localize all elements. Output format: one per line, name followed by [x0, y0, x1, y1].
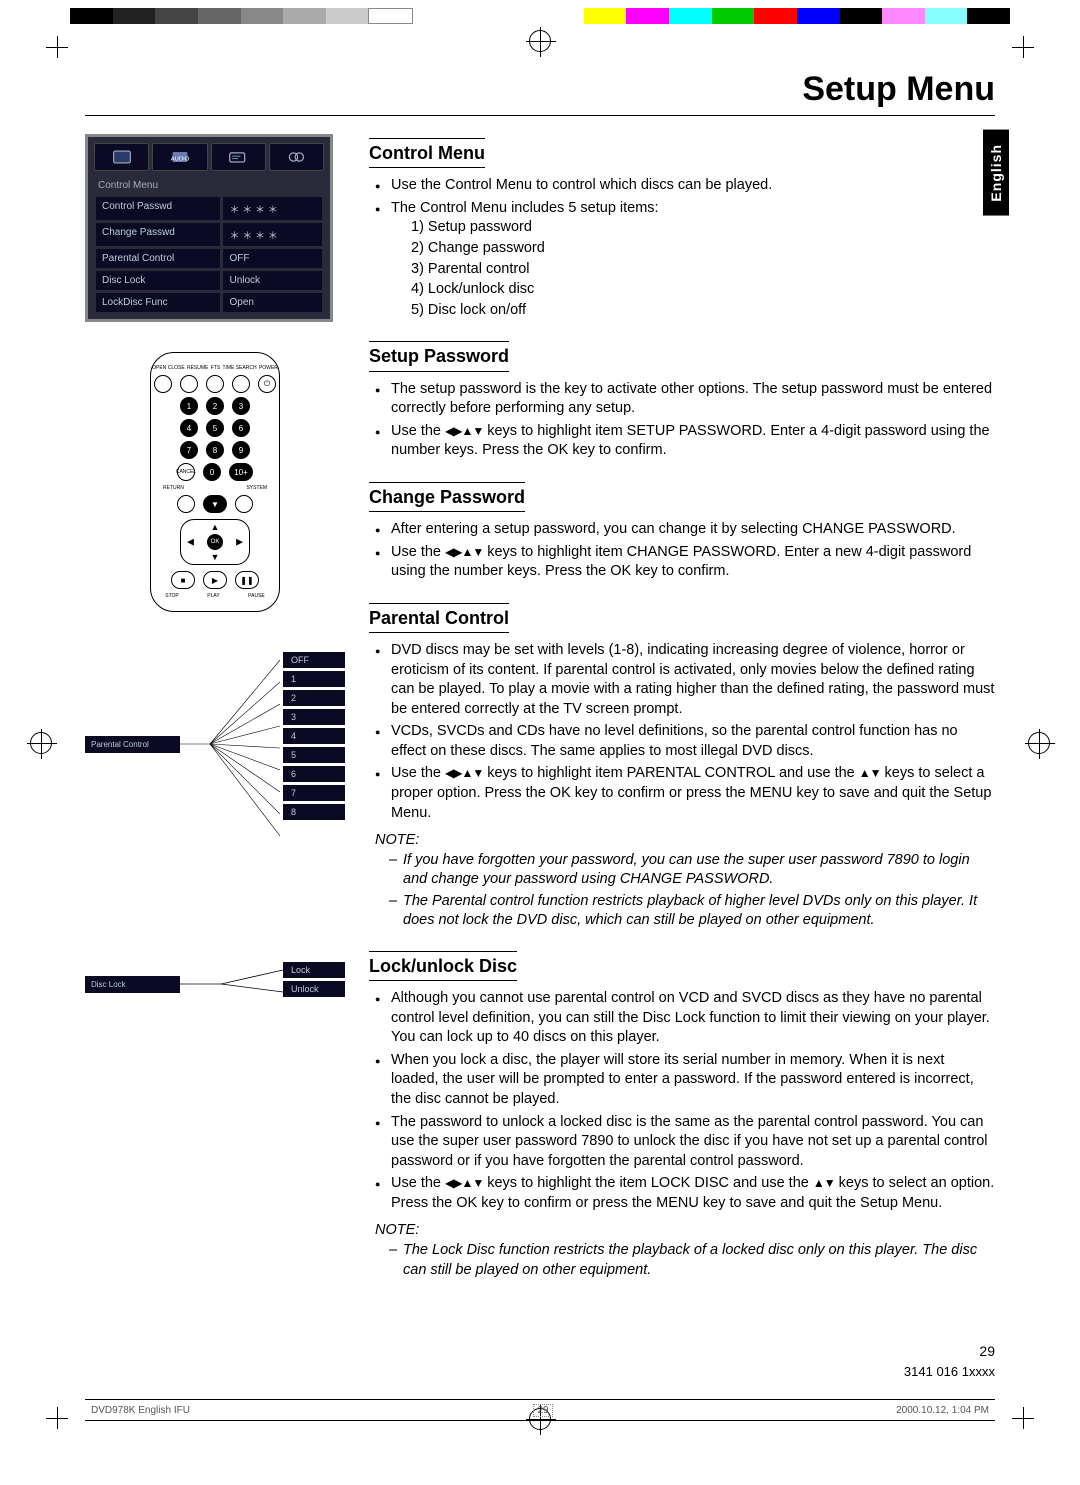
section-heading-lock-unlock-disc: Lock/unlock Disc — [369, 951, 517, 981]
bullet: Use the ◀▶▲▼ keys to highlight item PARE… — [375, 764, 995, 823]
osd-tab-icon — [269, 143, 324, 171]
bullet: Although you cannot use parental control… — [375, 989, 995, 1048]
arrow-keys-icon: ◀▶▲▼ — [445, 545, 483, 559]
bullet: DVD discs may be set with levels (1-8), … — [375, 641, 995, 719]
section-heading-setup-password: Setup Password — [369, 341, 509, 371]
crop-mark — [50, 1411, 64, 1425]
bullet: Use the ◀▶▲▼ keys to highlight item SETU… — [375, 422, 995, 461]
bullet: The Control Menu includes 5 setup items:… — [375, 199, 995, 320]
dpad-icon: ▲ ▼ ◀ ▶ OK — [180, 519, 250, 565]
footer-page: 29 — [533, 1404, 552, 1417]
registration-mark — [529, 30, 551, 52]
document-id: 3141 016 1xxxx — [904, 1363, 995, 1381]
crop-mark — [1016, 1411, 1030, 1425]
remote-control-figure: OPEN CLOSERESUMEFTSTIME SEARCHPOWER ⏻ 12… — [150, 352, 280, 612]
svg-text:AUDIO: AUDIO — [171, 156, 190, 162]
arrow-keys-icon: ◀▶▲▼ — [445, 766, 483, 780]
color-registration-strip — [70, 8, 1010, 24]
page-title: Setup Menu — [85, 70, 995, 116]
text-column: Control Menu Use the Control Menu to con… — [369, 134, 995, 1282]
bullet: When you lock a disc, the player will st… — [375, 1051, 995, 1110]
osd-row: Control Passwd＊ ＊ ＊ ＊ — [96, 197, 322, 220]
disc-lock-label: Disc Lock — [85, 976, 180, 993]
arrow-keys-icon: ▲▼ — [813, 1176, 835, 1190]
registration-mark — [1028, 732, 1050, 754]
bullet: The setup password is the key to activat… — [375, 380, 995, 419]
page-number: 29 — [979, 1342, 995, 1361]
disc-lock-diagram: Disc Lock Lock Unlock — [85, 962, 345, 1012]
osd-row: Disc LockUnlock — [96, 271, 322, 290]
figure-column: AUDIO Control Menu Control Passwd＊ ＊ ＊ ＊… — [85, 134, 345, 1282]
crop-mark — [1016, 40, 1030, 54]
footer-file: DVD978K English IFU — [91, 1405, 190, 1416]
osd-tab-icon — [211, 143, 266, 171]
arrow-keys-icon: ◀▶▲▼ — [445, 424, 483, 438]
bullet: The password to unlock a locked disc is … — [375, 1113, 995, 1172]
crop-mark — [50, 40, 64, 54]
parental-control-diagram: Parental Control OFF 1 2 3 4 5 6 7 8 — [85, 652, 345, 852]
osd-row: Change Passwd＊ ＊ ＊ ＊ — [96, 223, 322, 246]
power-icon: ⏻ — [258, 375, 276, 393]
arrow-keys-icon: ▲▼ — [859, 766, 881, 780]
osd-control-menu: AUDIO Control Menu Control Passwd＊ ＊ ＊ ＊… — [85, 134, 333, 322]
bullet: After entering a setup password, you can… — [375, 520, 995, 540]
osd-menu-title: Control Menu — [92, 177, 326, 194]
osd-row: Parental ControlOFF — [96, 249, 322, 268]
bullet: VCDs, SVCDs and CDs have no level defini… — [375, 722, 995, 761]
print-footer: DVD978K English IFU 29 2000.10.12, 1:04 … — [85, 1399, 995, 1421]
note-block: NOTE: If you have forgotten your passwor… — [369, 831, 995, 931]
osd-row: LockDisc FuncOpen — [96, 293, 322, 312]
section-heading-control-menu: Control Menu — [369, 138, 485, 168]
note-block: NOTE: The Lock Disc function restricts t… — [369, 1221, 995, 1280]
arrow-keys-icon: ◀▶▲▼ — [445, 1176, 483, 1190]
registration-mark — [30, 732, 52, 754]
parental-control-label: Parental Control — [85, 736, 180, 753]
osd-tab-icon — [94, 143, 149, 171]
section-heading-change-password: Change Password — [369, 482, 525, 512]
footer-timestamp: 2000.10.12, 1:04 PM — [896, 1405, 989, 1416]
section-heading-parental-control: Parental Control — [369, 603, 509, 633]
osd-tab-icon: AUDIO — [152, 143, 207, 171]
bullet: Use the ◀▶▲▼ keys to highlight the item … — [375, 1174, 995, 1213]
bullet: Use the Control Menu to control which di… — [375, 176, 995, 196]
bullet: Use the ◀▶▲▼ keys to highlight item CHAN… — [375, 543, 995, 582]
